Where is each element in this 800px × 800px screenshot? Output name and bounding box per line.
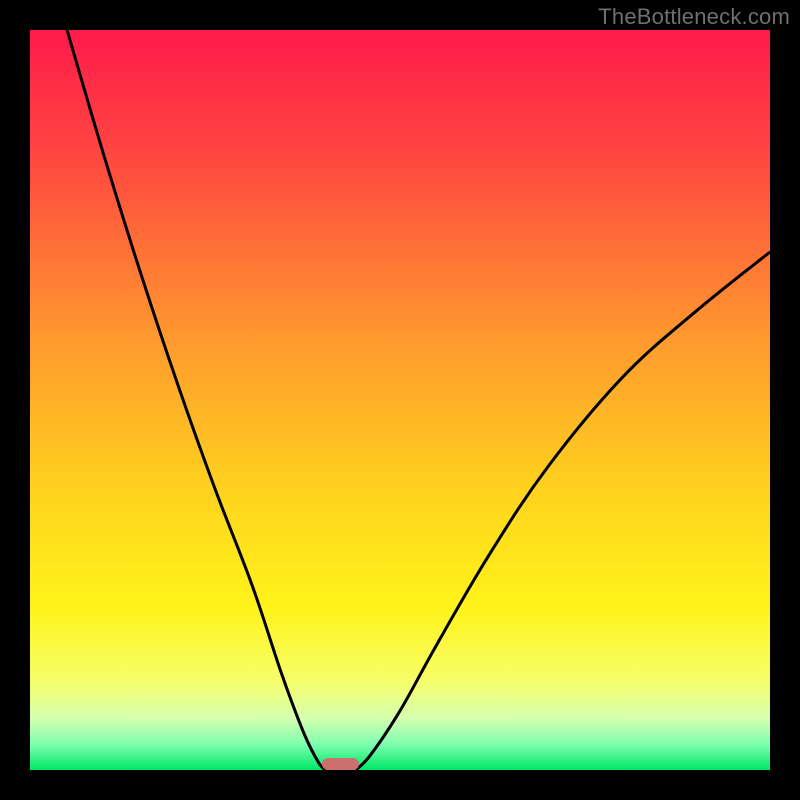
curve-right-branch <box>356 252 770 770</box>
watermark-text: TheBottleneck.com <box>598 4 790 30</box>
plot-frame <box>30 30 770 770</box>
optimal-range-marker <box>322 758 359 770</box>
curve-left-branch <box>67 30 326 770</box>
plot-svg <box>30 30 770 770</box>
